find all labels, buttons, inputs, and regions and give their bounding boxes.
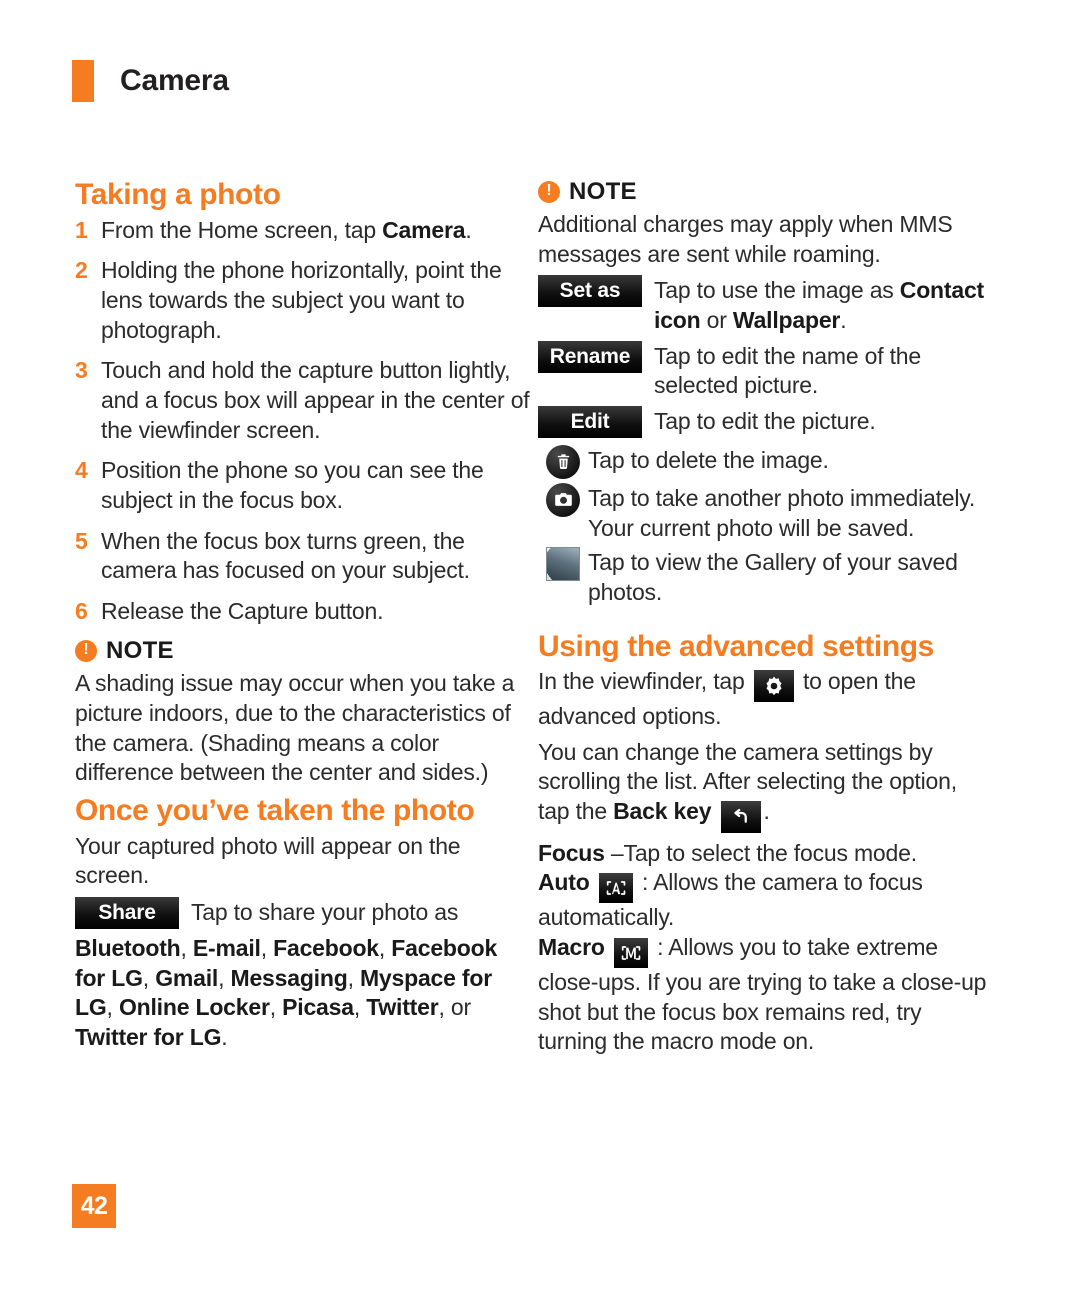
step-number: 1 [75, 216, 88, 243]
app-picasa: Picasa [282, 994, 354, 1021]
note-header-left: ! NOTE [75, 637, 530, 665]
step-text: Touch and hold the capture button lightl… [101, 357, 530, 443]
step-bold: Camera [382, 216, 466, 243]
app-gmail: Gmail [155, 964, 219, 991]
auto-label: Auto [538, 869, 590, 896]
delete-description: Tap to delete the image. [588, 446, 829, 473]
set-as-mid: or [700, 306, 733, 333]
focus-description: –Tap to select the focus mode. [604, 839, 917, 866]
camera-icon[interactable] [538, 481, 588, 543]
advanced-settings-intro: In the viewfinder, tap to open the advan… [538, 667, 993, 732]
section-once-taken-title: Once you’ve taken the photo [75, 794, 475, 828]
app-online-locker: Online Locker [118, 994, 270, 1021]
viewfinder-text-before: In the viewfinder, tap [538, 668, 751, 695]
macro-focus-description: : Allows you to take extreme close-ups. … [538, 933, 987, 1055]
edit-button[interactable]: Edit [538, 405, 642, 438]
page-number-badge: 42 [72, 1184, 116, 1228]
set-as-wallpaper-option: Wallpaper [732, 306, 841, 333]
manual-page: Camera Taking a photo 1 From the Home scr… [0, 0, 1080, 1295]
macro-focus-icon[interactable] [613, 937, 648, 968]
take-another-photo-row: Tap to take another photo immediately. Y… [538, 481, 993, 543]
two-column-body: Taking a photo 1 From the Home screen, ta… [0, 178, 1080, 1057]
right-column: ! NOTE Additional charges may apply when… [538, 178, 993, 1057]
left-column: Taking a photo 1 From the Home screen, ta… [75, 178, 530, 1057]
step-number: 3 [75, 357, 88, 384]
warning-icon: ! [538, 181, 560, 203]
delete-row: Tap to delete the image. [538, 443, 993, 479]
change-settings-text: You can change the camera settings by sc… [538, 738, 993, 833]
gallery-thumbnail-icon[interactable] [538, 545, 588, 607]
focus-label: Focus [538, 839, 605, 866]
app-bluetooth: Bluetooth [75, 935, 181, 961]
list-item: 4 Position the phone so you can see the s… [75, 456, 530, 515]
app-twitter-for-lg: Twitter for LG [75, 1023, 222, 1050]
gear-icon[interactable] [753, 670, 794, 703]
step-text-tail: . [465, 216, 472, 243]
section-once-taken-intro: Your captured photo will appear on the s… [75, 832, 461, 889]
set-as-text-before: Tap to use the image as [654, 277, 900, 304]
share-row: Share Tap to share your photo as [75, 897, 530, 929]
set-as-period: . [840, 306, 847, 333]
auto-focus-icon[interactable] [598, 873, 633, 904]
list-item: 2 Holding the phone horizontally, point t… [75, 256, 530, 345]
note-body-right: Additional charges may apply when MMS me… [538, 211, 953, 267]
focus-line: Focus –Tap to select the focus mode. [538, 839, 993, 869]
list-item: 6 Release the Capture button. [75, 597, 530, 627]
gallery-description: Tap to view the Gallery of your saved ph… [588, 549, 958, 605]
step-text: Release the Capture button. [101, 597, 384, 624]
macro-label: Macro [538, 933, 605, 960]
step-number: 2 [75, 257, 88, 284]
share-button[interactable]: Share [75, 897, 179, 929]
step-number: 4 [75, 457, 88, 484]
set-as-row: Set as Tap to use the image as Contact i… [538, 275, 993, 335]
trash-icon[interactable] [538, 443, 588, 479]
note-label: NOTE [569, 178, 637, 205]
note-label: NOTE [106, 637, 174, 665]
step-text: When the focus box turns green, the came… [101, 527, 470, 584]
list-item: 3 Touch and hold the capture button light… [75, 356, 530, 445]
share-apps-or: or [450, 994, 471, 1021]
taking-a-photo-steps: 1 From the Home screen, tap Camera. 2 Hold… [75, 216, 530, 627]
page-header: Camera [72, 60, 229, 102]
section-advanced-settings-title: Using the advanced settings [538, 629, 934, 663]
share-description: Tap to share your photo as [191, 899, 459, 925]
app-facebook: Facebook [273, 935, 379, 961]
rename-button[interactable]: Rename [538, 340, 642, 373]
back-key-label: Back key [613, 798, 712, 825]
set-as-button[interactable]: Set as [538, 275, 642, 308]
app-email: E-mail [192, 935, 261, 961]
step-number: 5 [75, 527, 88, 554]
rename-description: Tap to edit the name of the selected pic… [654, 342, 921, 399]
take-another-photo-description: Tap to take another photo immediately. Y… [588, 484, 976, 541]
step-number: 6 [75, 597, 88, 624]
note-header-right: ! NOTE [538, 178, 993, 206]
edit-description: Tap to edit the picture. [654, 407, 876, 434]
set-as-description: Tap to use the image as Contact icon or … [654, 275, 993, 335]
page-title: Camera [120, 64, 229, 97]
header-accent-bar [72, 60, 94, 102]
step-text: From the Home screen, tap [101, 216, 383, 243]
rename-row: Rename Tap to edit the name of the selec… [538, 340, 993, 401]
step-text: Position the phone so you can see the su… [101, 457, 484, 513]
macro-focus-line: Macro : Allows you to take extreme close… [538, 933, 993, 1057]
list-item: 5 When the focus box turns green, the cam… [75, 527, 530, 586]
section-taking-a-photo-title: Taking a photo [75, 178, 281, 211]
share-apps-list: Bluetooth, E-mail, Facebook, Facebook fo… [75, 935, 498, 1050]
list-item: 1 From the Home screen, tap Camera. [75, 216, 530, 246]
note-body-left: A shading issue may occur when you take … [75, 670, 515, 786]
edit-row: Edit Tap to edit the picture. [538, 405, 993, 438]
back-arrow-icon[interactable] [720, 800, 761, 833]
gallery-row: Tap to view the Gallery of your saved ph… [538, 545, 993, 607]
warning-icon: ! [75, 640, 97, 663]
auto-focus-description: : Allows the camera to focus automatical… [538, 869, 923, 931]
auto-focus-line: Auto : Allows the camera to focus automa… [538, 868, 993, 933]
app-twitter: Twitter [366, 994, 439, 1021]
change-settings-part2: . [763, 798, 770, 825]
app-messaging: Messaging [230, 964, 348, 991]
step-text: Holding the phone horizontally, point th… [101, 257, 502, 343]
